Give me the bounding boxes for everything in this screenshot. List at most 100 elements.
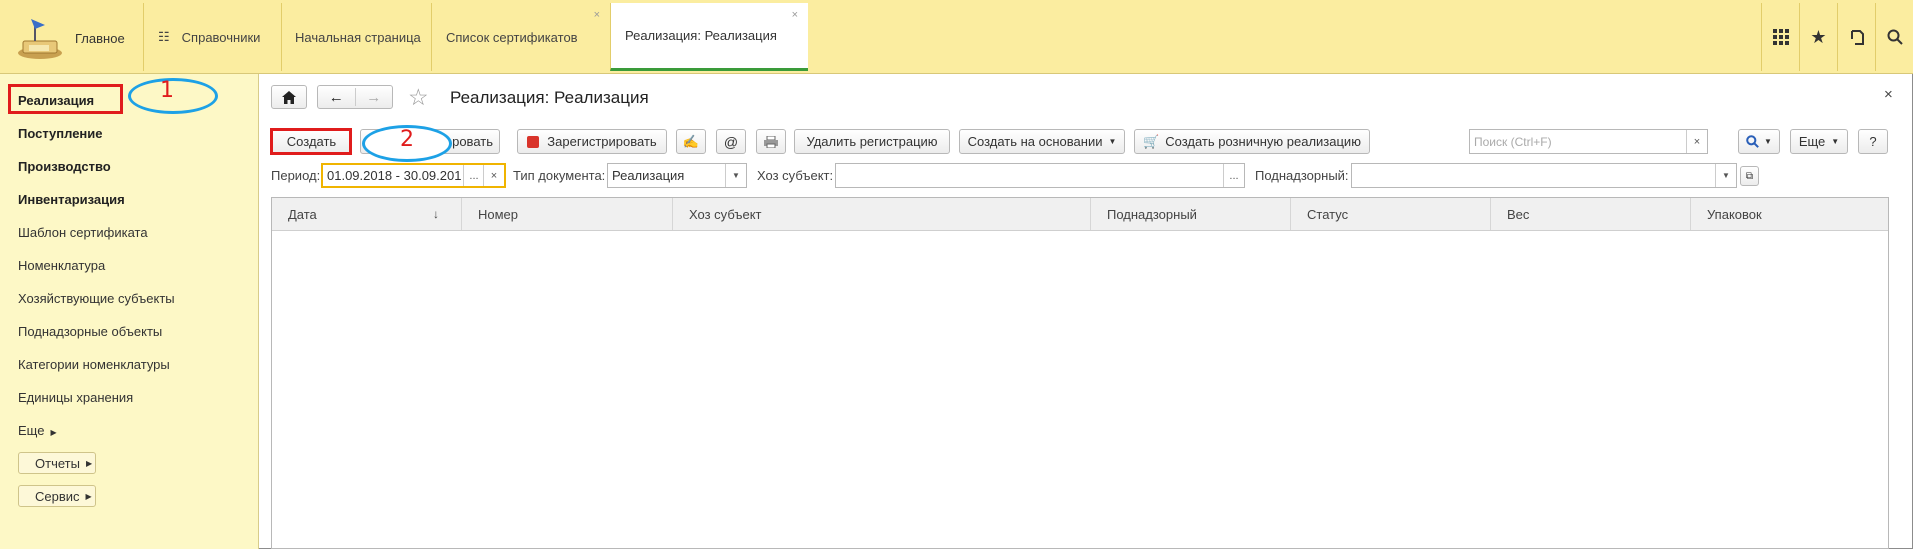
sidebar-item-receipts[interactable]: Поступление: [18, 126, 103, 141]
sidebar-item-certificate-template[interactable]: Шаблон сертификата: [18, 225, 148, 240]
sections-panel: [0, 74, 259, 549]
doctype-label: Тип документа:: [513, 168, 606, 183]
sidebar-item-storage-units[interactable]: Единицы хранения: [18, 390, 133, 405]
magnifier-icon: [1746, 135, 1759, 148]
reports-button[interactable]: Отчеты ▶: [18, 452, 96, 474]
open-window-icon: ⧉: [1745, 170, 1754, 182]
apps-grid-icon[interactable]: [1761, 3, 1799, 71]
dropdown-icon[interactable]: ▼: [725, 164, 746, 187]
more-label: Еще: [1798, 134, 1826, 149]
period-value: 01.09.2018 - 30.09.201: [327, 168, 462, 183]
column-header-subject[interactable]: Хоз субъект: [673, 198, 1091, 230]
sign-button[interactable]: ✍: [676, 129, 706, 154]
tab-label: Реализация: Реализация: [625, 28, 777, 43]
triangle-right-icon: ▶: [85, 458, 93, 468]
documents-table[interactable]: Дата ↓ Номер Хоз субъект Поднадзорный Ст…: [271, 197, 1889, 549]
column-header-date[interactable]: Дата ↓: [272, 198, 462, 230]
sidebar-item-inventory[interactable]: Инвентаризация: [18, 192, 125, 207]
column-label: Дата: [288, 206, 317, 222]
subject-label: Хоз субъект:: [757, 168, 834, 183]
create-retail-button[interactable]: 🛒 Создать розничную реализацию: [1134, 129, 1370, 154]
help-label: ?: [1869, 134, 1877, 149]
tab-sales-sales[interactable]: Реализация: Реализация ×: [610, 3, 808, 71]
period-field[interactable]: 01.09.2018 - 30.09.201 ... ×: [321, 163, 506, 188]
column-header-packages[interactable]: Упаковок: [1691, 198, 1888, 230]
column-header-status[interactable]: Статус: [1291, 198, 1491, 230]
period-select-button[interactable]: ...: [463, 165, 484, 186]
home-icon: [282, 90, 296, 104]
close-form-icon[interactable]: ×: [1884, 86, 1893, 103]
subject-select-button[interactable]: ...: [1223, 164, 1244, 187]
delete-registration-label: Удалить регистрацию: [806, 134, 938, 149]
forward-arrow-icon[interactable]: →: [356, 89, 393, 106]
column-label: Поднадзорный: [1107, 206, 1197, 222]
column-label: Номер: [478, 206, 519, 222]
annotation-highlight-box: [270, 128, 352, 155]
service-button[interactable]: Сервис ▶: [18, 485, 96, 507]
cart-icon: 🛒: [1143, 133, 1160, 149]
column-header-supervised[interactable]: Поднадзорный: [1091, 198, 1291, 230]
register-button[interactable]: Зарегистрировать: [517, 129, 667, 154]
sidebar-item-supervised-objects[interactable]: Поднадзорные объекты: [18, 324, 162, 339]
at-icon: @: [723, 133, 739, 150]
sidebar-item-more[interactable]: Еще ▶: [18, 423, 57, 438]
triangle-right-icon: ▶: [50, 428, 57, 437]
supervised-label: Поднадзорный:: [1255, 168, 1349, 183]
register-cube-icon: [527, 135, 540, 148]
more-label: Еще: [18, 423, 45, 438]
sidebar-item-nomenclature-categories[interactable]: Категории номенклатуры: [18, 357, 170, 372]
sidebar-item-business-entities[interactable]: Хозяйствующие субъекты: [18, 291, 175, 306]
search-clear-icon[interactable]: ×: [1686, 130, 1707, 153]
search-input[interactable]: Поиск (Ctrl+F) ×: [1469, 129, 1708, 154]
period-clear-icon[interactable]: ×: [483, 165, 504, 186]
open-supervised-button[interactable]: ⧉: [1740, 166, 1759, 186]
help-button[interactable]: ?: [1858, 129, 1888, 154]
annotation-number: 2: [400, 127, 414, 152]
copy-label: ровать: [452, 134, 493, 149]
star-icon[interactable]: ★: [1799, 3, 1837, 71]
create-based-on-button[interactable]: Создать на основании ▼: [959, 129, 1125, 154]
triangle-right-icon: ▶: [85, 491, 92, 501]
history-icon[interactable]: [1837, 3, 1875, 71]
search-options-button[interactable]: ▼: [1738, 129, 1780, 154]
back-arrow-icon[interactable]: ←: [318, 89, 355, 106]
tab-certificates-list[interactable]: Список сертификатов ×: [431, 3, 610, 71]
dropdown-icon: ▼: [1108, 137, 1117, 146]
service-label: Сервис: [35, 488, 80, 504]
dropdown-icon[interactable]: ▼: [1715, 164, 1736, 187]
sidebar-item-nomenclature[interactable]: Номенклатура: [18, 258, 105, 273]
tab-references[interactable]: ☷ Справочники: [143, 3, 281, 71]
tab-close-icon[interactable]: ×: [792, 9, 798, 21]
tab-label: Список сертификатов: [446, 29, 578, 45]
home-section[interactable]: Главное: [1, 3, 141, 73]
history-nav-group: ← →: [317, 85, 393, 109]
search-icon[interactable]: [1875, 3, 1913, 71]
tab-home-page[interactable]: Начальная страница: [281, 3, 431, 71]
page-title: Реализация: Реализация: [450, 88, 649, 107]
more-button[interactable]: Еще ▼: [1790, 129, 1848, 154]
search-placeholder: Поиск (Ctrl+F): [1474, 134, 1552, 149]
delete-registration-button[interactable]: Удалить регистрацию: [794, 129, 950, 154]
sort-down-icon: ↓: [433, 207, 439, 221]
subject-field[interactable]: ...: [835, 163, 1245, 188]
dropdown-icon: ▼: [1764, 137, 1772, 146]
print-button[interactable]: [756, 129, 786, 154]
printer-icon: [764, 135, 778, 148]
create-based-on-label: Создать на основании: [967, 134, 1103, 149]
tab-label: Справочники: [181, 29, 261, 45]
pen-icon: ✍: [682, 133, 700, 149]
list-icon: ☷: [158, 29, 170, 44]
column-label: Вес: [1507, 206, 1530, 222]
sidebar-item-production[interactable]: Производство: [18, 159, 111, 174]
supervised-field[interactable]: ▼: [1351, 163, 1737, 188]
column-header-number[interactable]: Номер: [462, 198, 673, 230]
email-button[interactable]: @: [716, 129, 746, 154]
doctype-select[interactable]: Реализация ▼: [607, 163, 747, 188]
column-header-weight[interactable]: Вес: [1491, 198, 1691, 230]
home-label: Главное: [75, 30, 125, 46]
doctype-value: Реализация: [612, 168, 685, 183]
tab-close-icon[interactable]: ×: [594, 9, 600, 21]
favorite-star-icon[interactable]: ☆: [408, 84, 429, 111]
create-retail-label: Создать розничную реализацию: [1165, 134, 1361, 149]
home-button[interactable]: [271, 85, 307, 109]
